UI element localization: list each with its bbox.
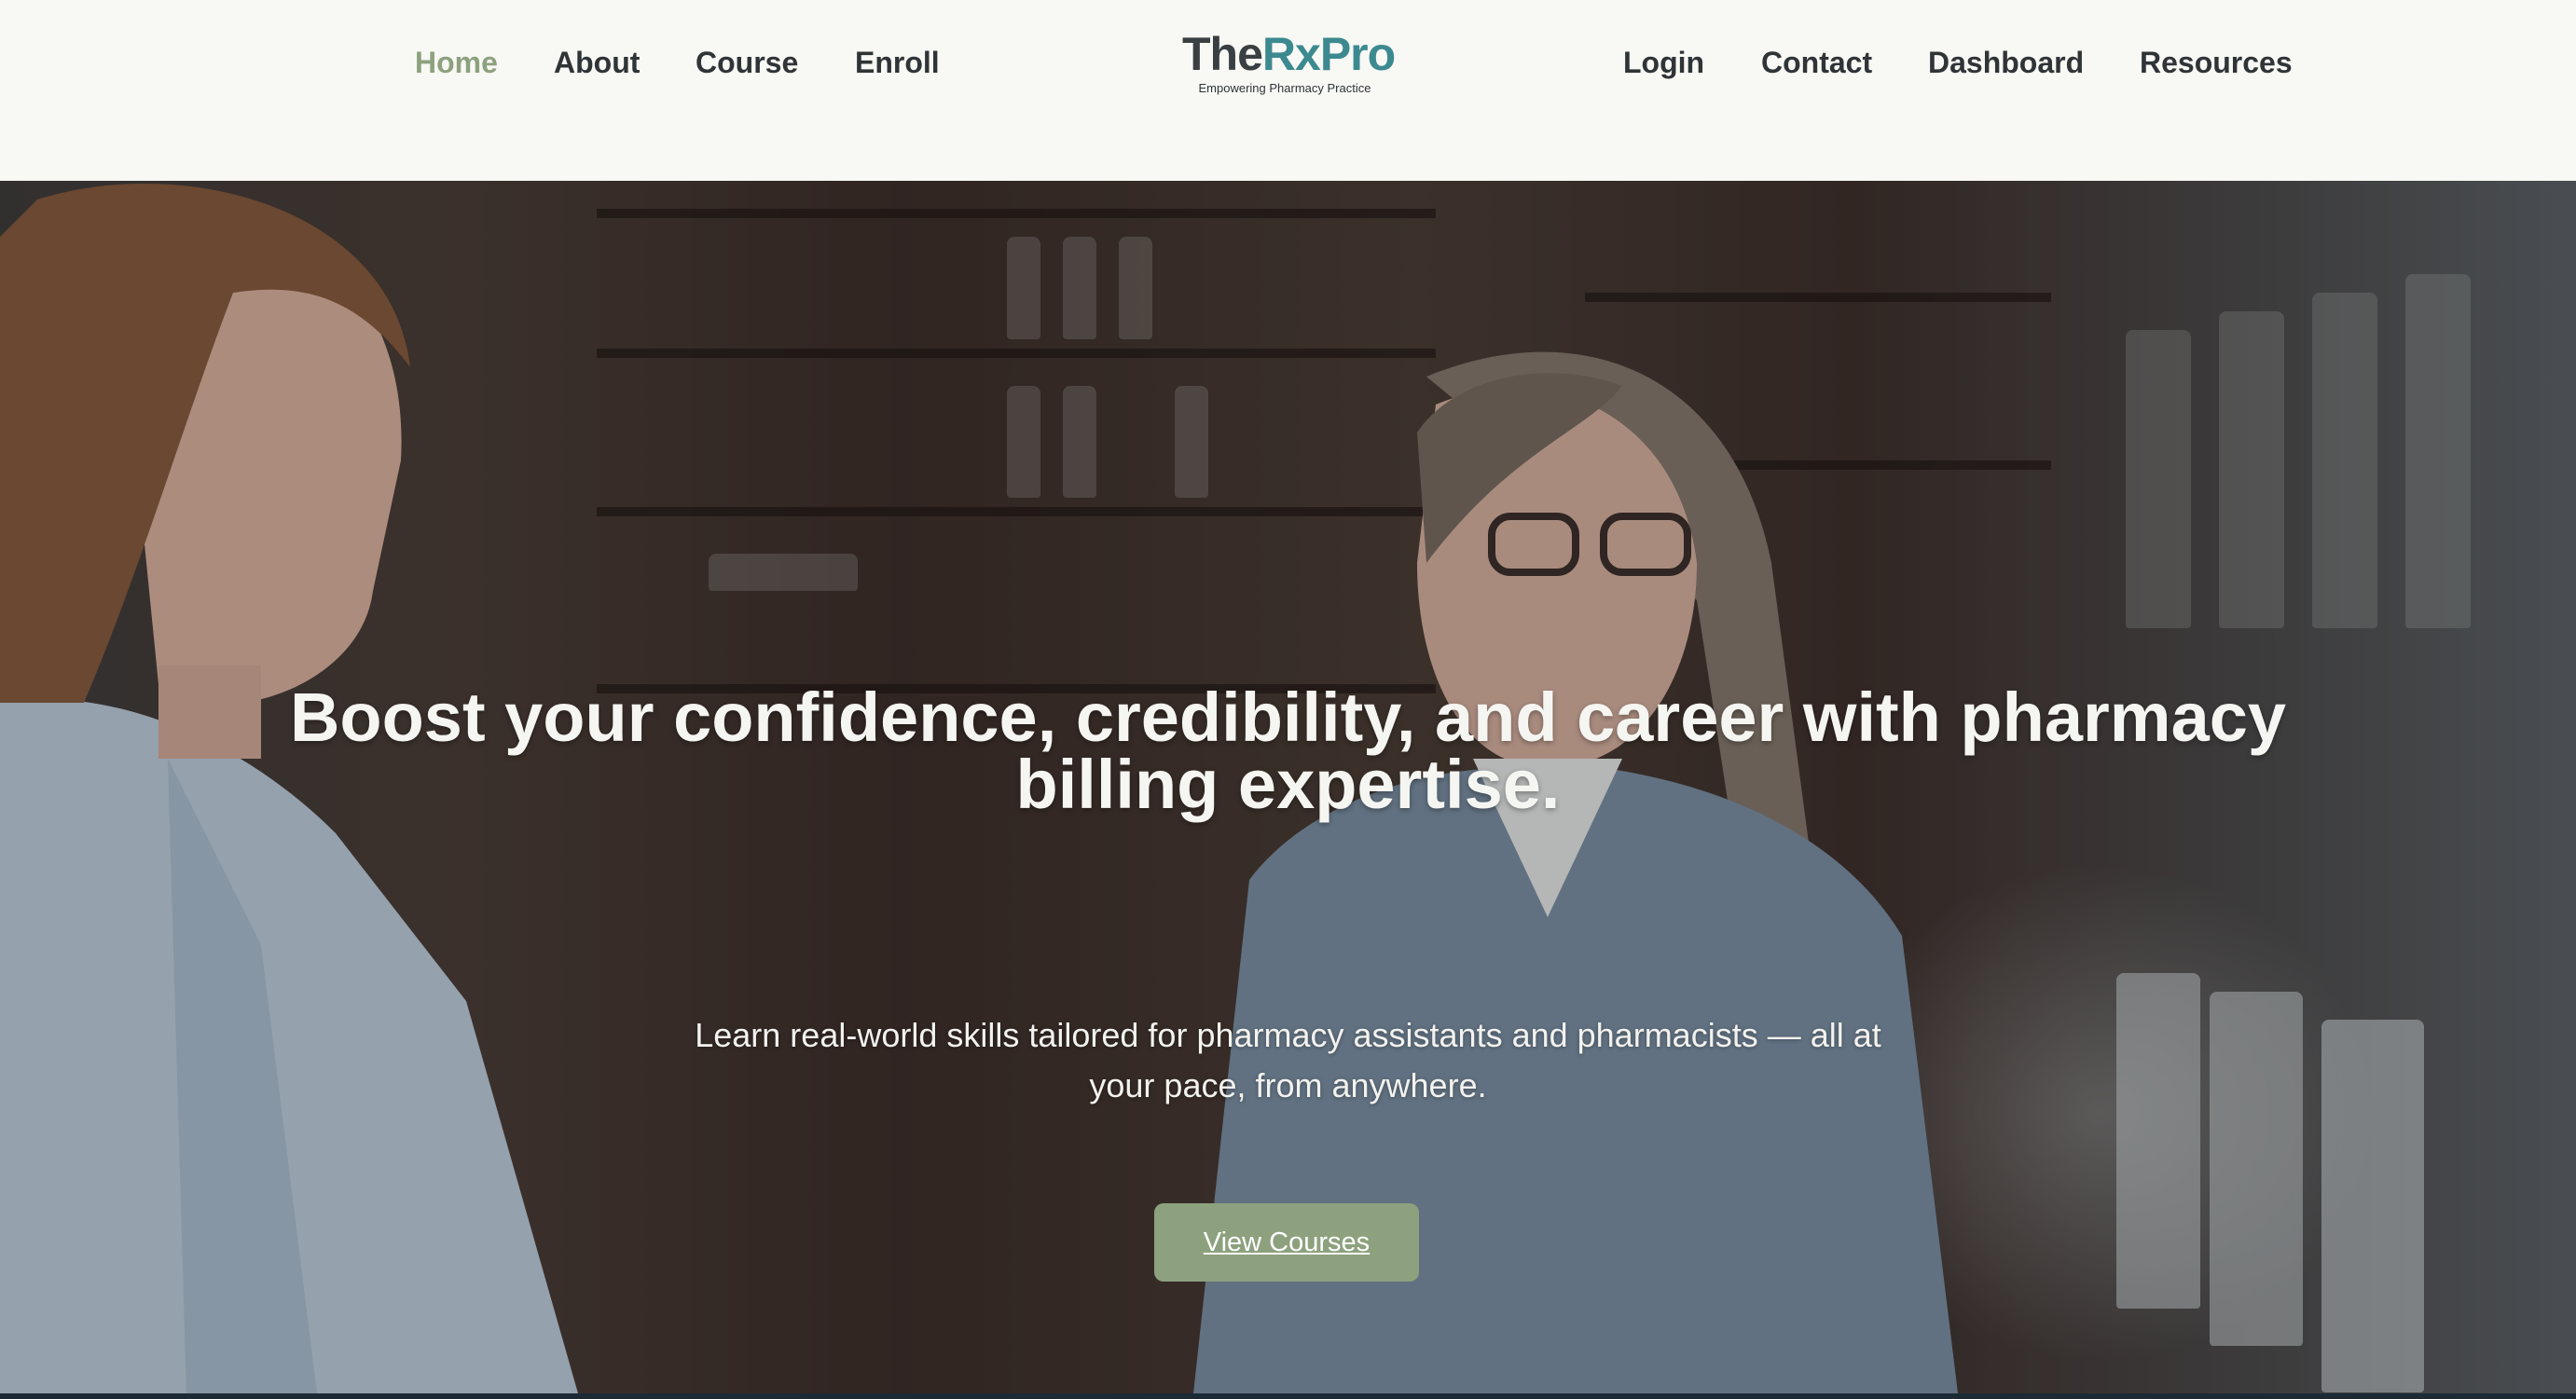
nav-dashboard-link[interactable]: Dashboard — [1928, 42, 2084, 83]
bottom-edge-bar — [0, 1393, 2576, 1399]
logo-rxpro-text: RxPro — [1261, 28, 1396, 80]
nav-contact-link[interactable]: Contact — [1761, 42, 1872, 83]
site-logo[interactable]: TheRxPro Empowering Pharmacy Practice — [1182, 28, 1396, 95]
nav-about-link[interactable]: About — [554, 42, 640, 83]
view-courses-button[interactable]: View Courses — [1154, 1203, 1419, 1282]
hero-title: Boost your confidence, credibility, and … — [289, 679, 2287, 823]
logo-tagline: Empowering Pharmacy Practice — [1198, 81, 1371, 95]
nav-home-link[interactable]: Home — [415, 42, 498, 83]
site-header: Home About Course Enroll TheRxPro Empowe… — [0, 0, 2576, 181]
hero-section: Boost your confidence, credibility, and … — [0, 181, 2576, 1393]
hero-subtitle: Learn real-world skills tailored for pha… — [695, 1016, 1881, 1104]
nav-login-link[interactable]: Login — [1623, 42, 1704, 83]
nav-course-link[interactable]: Course — [696, 42, 798, 83]
logo-wordmark: TheRxPro — [1182, 28, 1396, 80]
nav-enroll-link[interactable]: Enroll — [855, 42, 940, 83]
logo-the-text: The — [1182, 28, 1263, 80]
nav-resources-link[interactable]: Resources — [2140, 42, 2293, 83]
